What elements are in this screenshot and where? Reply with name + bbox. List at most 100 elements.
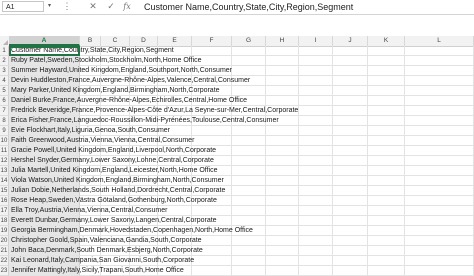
cell-h17[interactable] (266, 206, 299, 216)
row-header[interactable]: 22 (0, 256, 9, 266)
cell-h22[interactable] (266, 256, 299, 266)
cell-g23[interactable] (232, 266, 266, 276)
cell-k10[interactable] (368, 136, 405, 146)
cell-h23[interactable] (266, 266, 299, 276)
row-header[interactable]: 1 (0, 46, 9, 56)
cell-h14[interactable] (266, 176, 299, 186)
cell-h4[interactable] (266, 76, 299, 86)
cell-k6[interactable] (368, 96, 405, 106)
cell-g12[interactable] (232, 156, 266, 166)
cell-l18[interactable] (405, 216, 474, 226)
cell-g16[interactable] (232, 196, 266, 206)
cell-j23[interactable] (333, 266, 368, 276)
cell-g17[interactable] (232, 206, 266, 216)
cell-j2[interactable] (333, 56, 368, 66)
cell-j8[interactable] (333, 116, 368, 126)
row-header[interactable]: 3 (0, 66, 9, 76)
cell-j16[interactable] (333, 196, 368, 206)
cell-k19[interactable] (368, 226, 405, 236)
cell-j19[interactable] (333, 226, 368, 236)
cell-i3[interactable] (299, 66, 333, 76)
cell-i14[interactable] (299, 176, 333, 186)
cell-g5[interactable] (232, 86, 266, 96)
cell-h3[interactable] (266, 66, 299, 76)
cell-h1[interactable] (266, 46, 299, 56)
cell-i20[interactable] (299, 236, 333, 246)
cell-g1[interactable] (232, 46, 266, 56)
cell-f17[interactable] (192, 206, 232, 216)
column-header-i[interactable]: I (299, 36, 333, 46)
cell-k23[interactable] (368, 266, 405, 276)
cell-l10[interactable] (405, 136, 474, 146)
cell-g18[interactable] (232, 216, 266, 226)
cell-l20[interactable] (405, 236, 474, 246)
cell-g9[interactable] (232, 126, 266, 136)
cell-k18[interactable] (368, 216, 405, 226)
row-header[interactable]: 17 (0, 206, 9, 216)
cell-f9[interactable] (192, 126, 232, 136)
row-header[interactable]: 6 (0, 96, 9, 106)
column-header-c[interactable]: C (101, 36, 130, 46)
cell-h16[interactable] (266, 196, 299, 206)
cell-i9[interactable] (299, 126, 333, 136)
column-header-a[interactable]: A (9, 36, 80, 46)
column-header-e[interactable]: E (158, 36, 192, 46)
cell-f23[interactable] (192, 266, 232, 276)
cell-k5[interactable] (368, 86, 405, 96)
cell-j21[interactable] (333, 246, 368, 256)
cell-i23[interactable] (299, 266, 333, 276)
cell-l21[interactable] (405, 246, 474, 256)
cell-f1[interactable] (192, 46, 232, 56)
cell-k1[interactable] (368, 46, 405, 56)
cell-i6[interactable] (299, 96, 333, 106)
cell-h11[interactable] (266, 146, 299, 156)
cancel-icon[interactable]: ✕ (88, 0, 98, 13)
cell-j12[interactable] (333, 156, 368, 166)
cell-g13[interactable] (232, 166, 266, 176)
row-header[interactable]: 21 (0, 246, 9, 256)
column-header-h[interactable]: H (266, 36, 299, 46)
row-header[interactable]: 4 (0, 76, 9, 86)
row-header[interactable]: 19 (0, 226, 9, 236)
name-box-dropdown-icon[interactable]: ▾ (48, 1, 51, 12)
cell-j20[interactable] (333, 236, 368, 246)
cell-h20[interactable] (266, 236, 299, 246)
cell-j15[interactable] (333, 186, 368, 196)
row-header[interactable]: 15 (0, 186, 9, 196)
cell-k9[interactable] (368, 126, 405, 136)
cell-g21[interactable] (232, 246, 266, 256)
cell-i11[interactable] (299, 146, 333, 156)
cell-j3[interactable] (333, 66, 368, 76)
cell-l13[interactable] (405, 166, 474, 176)
cell-j13[interactable] (333, 166, 368, 176)
cell-l2[interactable] (405, 56, 474, 66)
cell-j5[interactable] (333, 86, 368, 96)
cell-j10[interactable] (333, 136, 368, 146)
cell-i22[interactable] (299, 256, 333, 266)
row-header[interactable]: 11 (0, 146, 9, 156)
cell-i12[interactable] (299, 156, 333, 166)
cell-j22[interactable] (333, 256, 368, 266)
row-header[interactable]: 10 (0, 136, 9, 146)
row-header[interactable]: 20 (0, 236, 9, 246)
cell-l23[interactable] (405, 266, 474, 276)
cell-h2[interactable] (266, 56, 299, 66)
cell-j18[interactable] (333, 216, 368, 226)
cell-g15[interactable] (232, 186, 266, 196)
column-header-j[interactable]: J (333, 36, 368, 46)
cell-l7[interactable] (405, 106, 474, 116)
cell-l19[interactable] (405, 226, 474, 236)
cell-l5[interactable] (405, 86, 474, 96)
cell-k21[interactable] (368, 246, 405, 256)
cell-k22[interactable] (368, 256, 405, 266)
cell-i2[interactable] (299, 56, 333, 66)
cell-i10[interactable] (299, 136, 333, 146)
cell-k12[interactable] (368, 156, 405, 166)
cell-j9[interactable] (333, 126, 368, 136)
cell-g11[interactable] (232, 146, 266, 156)
cell-i7[interactable] (299, 106, 333, 116)
cell-k13[interactable] (368, 166, 405, 176)
cell-l3[interactable] (405, 66, 474, 76)
cell-l6[interactable] (405, 96, 474, 106)
cell-k11[interactable] (368, 146, 405, 156)
